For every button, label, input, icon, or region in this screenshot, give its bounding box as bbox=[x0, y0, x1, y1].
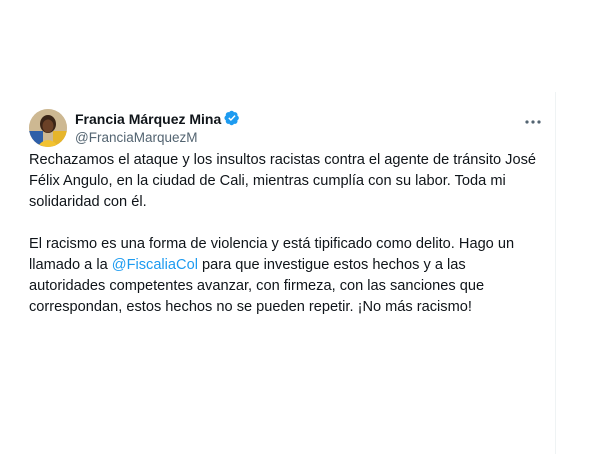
author-display-name[interactable]: Francia Márquez Mina bbox=[75, 110, 221, 128]
tweet-paragraph-2: El racismo es una forma de violencia y e… bbox=[29, 234, 544, 318]
author-block: Francia Márquez Mina @FranciaMarquezM bbox=[75, 110, 240, 147]
tweet-card: Francia Márquez Mina @FranciaMarquezM Re… bbox=[15, 92, 556, 454]
tweet-paragraph-1: Rechazamos el ataque y los insultos raci… bbox=[29, 152, 537, 210]
author-handle[interactable]: @FranciaMarquezM bbox=[75, 129, 240, 147]
avatar-photo-icon bbox=[29, 109, 67, 147]
tweet-header: Francia Márquez Mina @FranciaMarquezM bbox=[29, 109, 546, 149]
mention-link[interactable]: @FiscaliaCol bbox=[112, 257, 198, 273]
more-options-icon[interactable] bbox=[522, 115, 544, 129]
tweet-text: Rechazamos el ataque y los insultos raci… bbox=[29, 150, 544, 318]
verified-badge-icon bbox=[224, 110, 240, 126]
avatar[interactable] bbox=[29, 109, 67, 147]
